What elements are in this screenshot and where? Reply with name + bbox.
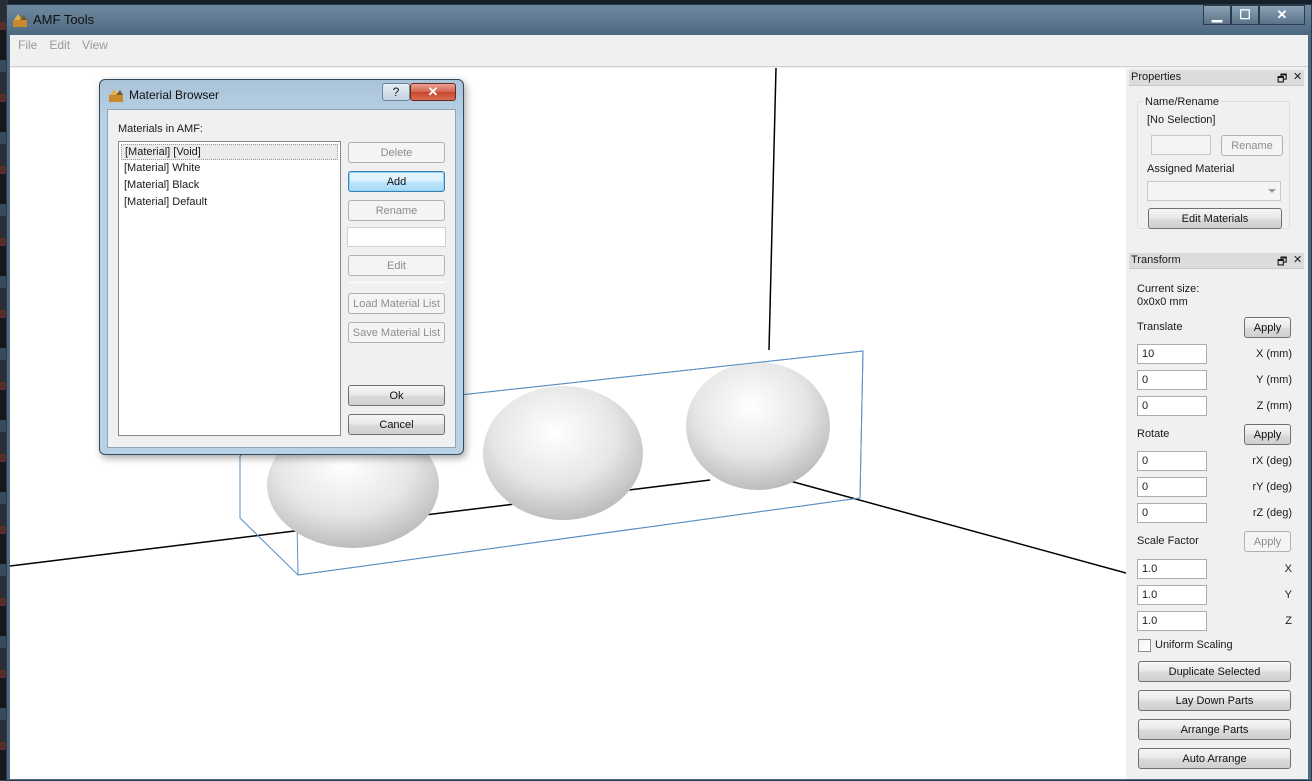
- edit-materials-button[interactable]: Edit Materials: [1148, 208, 1282, 229]
- assigned-material-label: Assigned Material: [1147, 163, 1235, 175]
- uniform-scaling-label: Uniform Scaling: [1155, 639, 1233, 651]
- lay-down-parts-button[interactable]: Lay Down Parts: [1138, 690, 1291, 711]
- menu-edit[interactable]: Edit: [43, 35, 76, 55]
- rotate-z-input[interactable]: 0: [1137, 503, 1207, 523]
- list-item[interactable]: [Material] Default: [121, 195, 338, 211]
- z-axis-line: [768, 68, 777, 351]
- dock-float-icon[interactable]: 🗗: [1277, 253, 1287, 272]
- y-axis-line: [789, 480, 1126, 574]
- properties-header[interactable]: Properties 🗗 ✕: [1129, 70, 1304, 86]
- translate-label: Translate: [1137, 321, 1183, 333]
- translate-x-unit: X (mm): [1255, 348, 1292, 360]
- assigned-material-select[interactable]: [1147, 181, 1281, 201]
- scale-z-input[interactable]: 1.0: [1137, 611, 1207, 631]
- add-button[interactable]: Add: [348, 171, 445, 192]
- materials-list[interactable]: [Material] [Void] [Material] White [Mate…: [118, 141, 341, 436]
- current-size-label: Current size:: [1137, 283, 1200, 295]
- transform-title: Transform: [1131, 254, 1181, 266]
- rotate-apply-button[interactable]: Apply: [1244, 424, 1291, 445]
- list-item[interactable]: [Material] Black: [121, 178, 338, 194]
- dock-float-icon[interactable]: 🗗: [1277, 70, 1287, 89]
- dialog-body: Materials in AMF: [Material] [Void] [Mat…: [107, 109, 456, 448]
- title-bar[interactable]: AMF Tools ▁ ☐ ✕: [7, 5, 1311, 35]
- dialog-title: Material Browser: [129, 88, 220, 102]
- name-input[interactable]: [1151, 135, 1211, 155]
- scale-apply-button[interactable]: Apply: [1244, 531, 1291, 552]
- selection-label: [No Selection]: [1147, 114, 1216, 126]
- minimize-button[interactable]: ▁: [1203, 5, 1231, 25]
- scale-x-unit: X: [1284, 563, 1292, 575]
- right-dock: Properties 🗗 ✕ Name/Rename [No Selection…: [1127, 68, 1308, 779]
- close-button[interactable]: ✕: [1259, 5, 1305, 25]
- scale-x-input[interactable]: 1.0: [1137, 559, 1207, 579]
- close-icon[interactable]: ✕: [410, 83, 456, 101]
- rename-material-button[interactable]: Rename: [348, 200, 445, 221]
- amf-tools-icon: [13, 14, 27, 27]
- name-rename-label: Name/Rename: [1143, 96, 1221, 108]
- menu-bar: File Edit View: [10, 35, 1308, 55]
- menu-view[interactable]: View: [76, 35, 114, 55]
- uniform-scaling-checkbox[interactable]: [1138, 639, 1151, 652]
- load-material-list-button[interactable]: Load Material List: [348, 293, 445, 314]
- rotate-y-input[interactable]: 0: [1137, 477, 1207, 497]
- menu-file[interactable]: File: [12, 35, 43, 55]
- save-material-list-button[interactable]: Save Material List: [348, 322, 445, 343]
- maximize-button[interactable]: ☐: [1231, 5, 1259, 25]
- dock-close-icon[interactable]: ✕: [1293, 70, 1302, 83]
- sphere-part-2[interactable]: [483, 386, 643, 520]
- scale-y-input[interactable]: 1.0: [1137, 585, 1207, 605]
- amf-tools-icon: [109, 89, 123, 102]
- translate-x-input[interactable]: 10: [1137, 344, 1207, 364]
- rotate-x-unit: rX (deg): [1252, 455, 1292, 467]
- scale-z-unit: Z: [1285, 615, 1292, 627]
- cancel-button[interactable]: Cancel: [348, 414, 445, 435]
- window-title: AMF Tools: [33, 12, 95, 27]
- transform-header[interactable]: Transform 🗗 ✕: [1129, 253, 1304, 269]
- list-item[interactable]: [Material] [Void]: [121, 144, 338, 160]
- delete-button[interactable]: Delete: [348, 142, 445, 163]
- rotate-z-unit: rZ (deg): [1252, 507, 1292, 519]
- translate-apply-button[interactable]: Apply: [1244, 317, 1291, 338]
- current-size-value: 0x0x0 mm: [1137, 296, 1188, 308]
- dock-close-icon[interactable]: ✕: [1293, 253, 1302, 266]
- material-browser-dialog: Material Browser ? ✕ Materials in AMF: […: [99, 79, 464, 455]
- rotate-y-unit: rY (deg): [1252, 481, 1292, 493]
- translate-z-unit: Z (mm): [1256, 400, 1292, 412]
- materials-list-label: Materials in AMF:: [118, 123, 203, 135]
- duplicate-selected-button[interactable]: Duplicate Selected: [1138, 661, 1291, 682]
- rename-button[interactable]: Rename: [1221, 135, 1283, 156]
- properties-title: Properties: [1131, 71, 1182, 83]
- rotate-x-input[interactable]: 0: [1137, 451, 1207, 471]
- ok-button[interactable]: Ok: [348, 385, 445, 406]
- auto-arrange-button[interactable]: Auto Arrange: [1138, 748, 1291, 769]
- scale-label: Scale Factor: [1137, 535, 1199, 547]
- chevron-down-icon: [1268, 189, 1276, 193]
- translate-z-input[interactable]: 0: [1137, 396, 1207, 416]
- translate-y-unit: Y (mm): [1256, 374, 1292, 386]
- toolbar: [10, 55, 1308, 67]
- separator: [348, 282, 445, 283]
- sphere-part-3[interactable]: [686, 362, 830, 490]
- list-item[interactable]: [Material] White: [121, 161, 338, 177]
- rename-material-input[interactable]: [347, 227, 446, 247]
- arrange-parts-button[interactable]: Arrange Parts: [1138, 719, 1291, 740]
- translate-y-input[interactable]: 0: [1137, 370, 1207, 390]
- rotate-label: Rotate: [1137, 428, 1170, 440]
- scale-y-unit: Y: [1284, 589, 1292, 601]
- help-icon[interactable]: ?: [382, 83, 410, 101]
- edit-material-button[interactable]: Edit: [348, 255, 445, 276]
